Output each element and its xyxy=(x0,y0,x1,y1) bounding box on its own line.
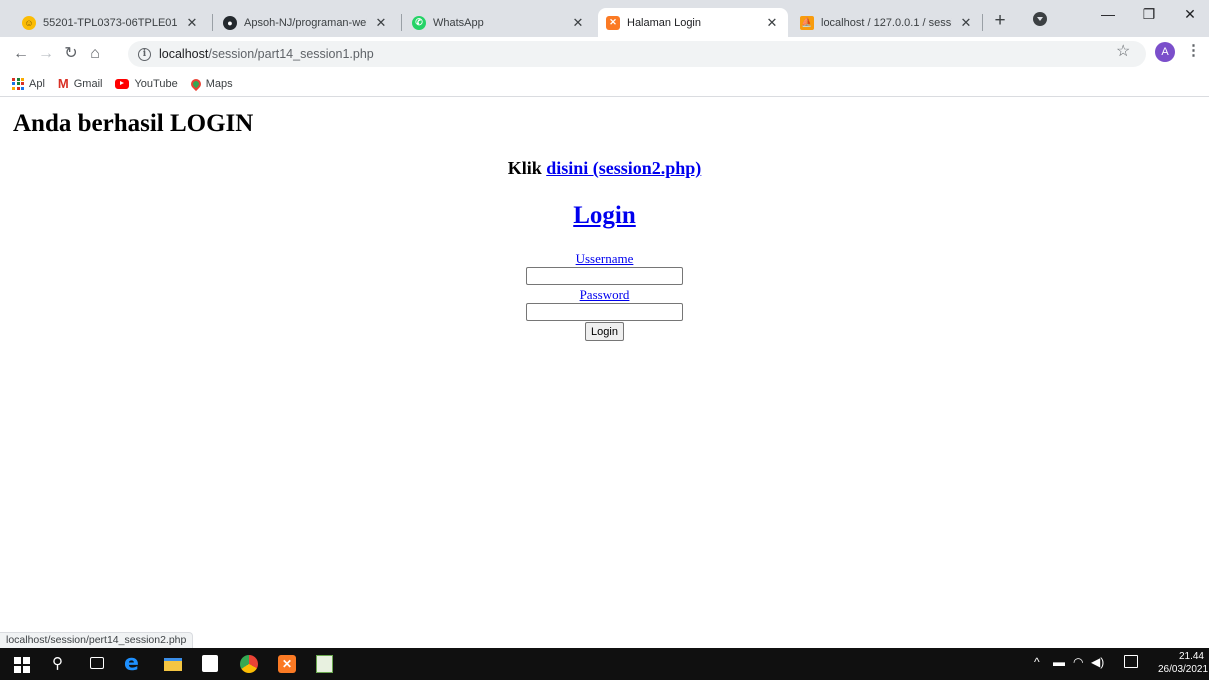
tab-title: localhost / 127.0.0.1 / session xyxy=(821,16,952,29)
bookmark-maps[interactable]: Maps xyxy=(188,76,233,91)
session2-link[interactable]: disini (session2.php) xyxy=(546,158,701,178)
whatsapp-icon: ✆ xyxy=(412,15,426,30)
tab-title: Apsoh-NJ/programan-web2 xyxy=(244,16,367,29)
close-icon[interactable]: ✕ xyxy=(958,15,974,31)
battery-icon[interactable]: ▬ xyxy=(1053,655,1065,669)
search-icon[interactable]: ⚲ xyxy=(52,654,68,672)
apps-grid-icon xyxy=(12,77,24,90)
bookmark-apps[interactable]: Apl xyxy=(12,77,45,90)
login-title-link[interactable]: Login xyxy=(573,202,636,229)
close-icon[interactable]: ✕ xyxy=(764,15,780,31)
gmail-icon: M xyxy=(57,76,69,91)
tab-title: 55201-TPL0373-06TPLE016-2 xyxy=(43,16,178,29)
clock-date: 26/03/2021 xyxy=(1158,664,1209,675)
profile-avatar[interactable]: A xyxy=(1155,42,1175,62)
volume-icon[interactable]: ◀) xyxy=(1091,655,1104,669)
notification-icon[interactable] xyxy=(1124,655,1138,668)
address-bar[interactable]: i localhost/session/part14_session1.php xyxy=(128,41,1146,67)
info-icon[interactable]: i xyxy=(138,47,151,61)
tab-github[interactable]: ● Apsoh-NJ/programan-web2 ✕ xyxy=(215,8,397,37)
tab-assignment[interactable]: ☺ 55201-TPL0373-06TPLE016-2 ✕ xyxy=(14,8,208,37)
tab-title: Halaman Login xyxy=(627,16,701,29)
edge-icon[interactable]: e xyxy=(124,651,140,676)
bookmark-star-icon[interactable]: ☆ xyxy=(1116,41,1130,61)
new-tab-button[interactable]: + xyxy=(988,10,1012,32)
maps-icon xyxy=(188,76,203,91)
minimize-button[interactable]: — xyxy=(1093,6,1123,22)
url-host: localhost xyxy=(159,47,209,61)
close-icon[interactable]: ✕ xyxy=(570,15,586,31)
github-icon: ● xyxy=(223,15,237,30)
window-close-button[interactable]: ✕ xyxy=(1175,6,1205,23)
url-path: /session/part14_session1.php xyxy=(208,47,374,61)
password-label[interactable]: Password xyxy=(0,287,1209,303)
store-icon[interactable] xyxy=(202,655,218,672)
browser-tab-strip: ☺ 55201-TPL0373-06TPLE016-2 ✕ ● Apsoh-NJ… xyxy=(0,0,1209,37)
notepad-icon[interactable] xyxy=(316,655,333,673)
task-view-icon[interactable] xyxy=(90,657,104,669)
bookmark-label: YouTube xyxy=(134,77,178,90)
tab-divider xyxy=(401,14,402,31)
klik-line: Klik disini (session2.php) xyxy=(0,158,1209,179)
youtube-icon xyxy=(115,78,130,89)
tab-search-icon[interactable] xyxy=(1033,12,1047,26)
tab-title: WhatsApp xyxy=(433,16,484,29)
reload-icon[interactable]: ↻ xyxy=(60,43,82,65)
menu-kebab-icon[interactable]: ⋮ xyxy=(1186,42,1201,60)
close-icon[interactable]: ✕ xyxy=(184,15,200,31)
clock-time: 21.44 xyxy=(1178,651,1204,662)
windows-taskbar: ⚲ e ✕ ^ ▬ ◠ ◀) 21.44 26/03/2021 xyxy=(0,648,1209,680)
bookmark-label: Maps xyxy=(205,77,233,90)
bookmarks-bar: Apl M Gmail YouTube Maps xyxy=(0,71,1209,97)
klik-prefix: Klik xyxy=(507,158,542,178)
clock[interactable]: 21.44 26/03/2021 xyxy=(1158,650,1209,676)
tab-divider xyxy=(212,14,213,31)
phpmyadmin-icon: ⛵ xyxy=(800,15,814,30)
tab-phpmyadmin[interactable]: ⛵ localhost / 127.0.0.1 / session ✕ xyxy=(792,8,982,37)
forward-arrow-icon[interactable]: → xyxy=(35,43,57,65)
login-form: Ussername Password Login xyxy=(0,251,1209,341)
home-icon[interactable]: ⌂ xyxy=(84,43,106,65)
browser-toolbar: ← → ↻ ⌂ i localhost/session/part14_sessi… xyxy=(0,37,1209,71)
file-explorer-icon[interactable] xyxy=(164,658,182,671)
page-content: Anda berhasil LOGIN Klik disini (session… xyxy=(0,98,1209,648)
chevron-up-icon[interactable]: ^ xyxy=(1034,655,1040,669)
wifi-icon[interactable]: ◠ xyxy=(1073,655,1083,669)
bookmark-youtube[interactable]: YouTube xyxy=(115,77,178,90)
windows-start-icon[interactable] xyxy=(14,657,30,673)
login-heading: Login xyxy=(0,202,1209,230)
smiley-icon: ☺ xyxy=(22,15,36,30)
page-title: Anda berhasil LOGIN xyxy=(13,110,254,137)
chrome-icon[interactable] xyxy=(240,655,258,673)
restore-button[interactable]: ❐ xyxy=(1134,6,1164,23)
tab-divider xyxy=(982,14,983,31)
username-input[interactable] xyxy=(526,267,683,285)
close-icon[interactable]: ✕ xyxy=(373,15,389,31)
bookmark-label: Apl xyxy=(29,77,45,90)
back-arrow-icon[interactable]: ← xyxy=(10,43,32,65)
xampp-icon[interactable]: ✕ xyxy=(278,655,296,673)
xampp-icon: ✕ xyxy=(606,15,620,30)
password-input[interactable] xyxy=(526,303,683,321)
status-url-bubble: localhost/session/pert14_session2.php xyxy=(0,632,194,648)
login-button[interactable]: Login xyxy=(585,322,624,341)
username-label[interactable]: Ussername xyxy=(0,251,1209,267)
bookmark-label: Gmail xyxy=(73,77,103,90)
tab-whatsapp[interactable]: ✆ WhatsApp ✕ xyxy=(404,8,594,37)
bookmark-gmail[interactable]: M Gmail xyxy=(58,76,103,91)
tab-halaman-login[interactable]: ✕ Halaman Login ✕ xyxy=(598,8,788,37)
